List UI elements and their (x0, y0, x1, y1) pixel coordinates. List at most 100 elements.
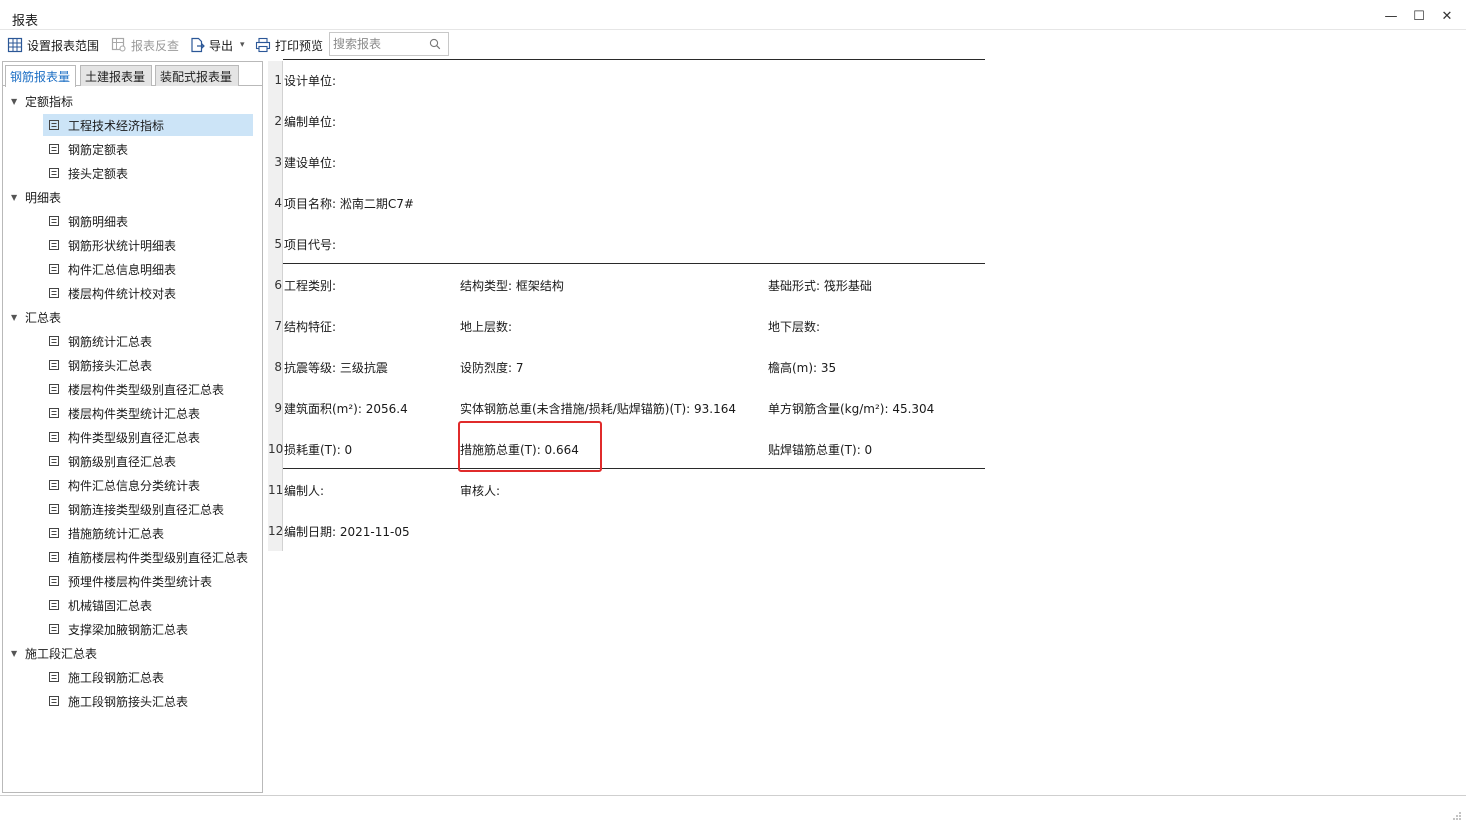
document-icon (49, 432, 59, 442)
tree-item[interactable]: 施工段钢筋汇总表 (43, 666, 253, 688)
chevron-down-icon[interactable]: ▼ (11, 313, 25, 322)
tree-item[interactable]: 措施筋统计汇总表 (43, 522, 253, 544)
tree-item[interactable]: 钢筋接头汇总表 (43, 354, 253, 376)
tree-group-quota[interactable]: ▼ 定额指标 (11, 90, 73, 112)
document-icon (49, 600, 59, 610)
row-number: 12 (268, 524, 284, 538)
document-icon (49, 120, 59, 130)
report-search-input[interactable] (330, 34, 426, 54)
export-button[interactable]: 导出 (189, 35, 233, 55)
document-icon (49, 552, 59, 562)
tree-item-label: 钢筋统计汇总表 (68, 334, 153, 349)
print-preview-label: 打印预览 (275, 38, 324, 53)
chevron-down-icon[interactable]: ▼ (11, 97, 25, 106)
document-icon (49, 288, 59, 298)
report-view: 1 2 3 4 5 6 7 8 9 10 11 12 设计单位: 编制单位: 建… (265, 59, 1464, 793)
row-number: 11 (268, 483, 284, 497)
title-bar: 报表 — ☐ ✕ (0, 0, 1466, 30)
export-icon (191, 37, 205, 53)
tree-item[interactable]: 钢筋统计汇总表 (43, 330, 253, 352)
row-number: 5 (274, 237, 282, 251)
underground-floors-cell: 地下层数: (768, 320, 821, 334)
tree-item-label: 楼层构件类型级别直径汇总表 (68, 382, 225, 397)
document-icon (49, 576, 59, 586)
tree-item[interactable]: 楼层构件类型级别直径汇总表 (43, 378, 253, 400)
tree-item[interactable]: 钢筋定额表 (43, 138, 253, 160)
tree-item-label: 钢筋接头汇总表 (68, 358, 153, 373)
tree-item[interactable]: 楼层构件类型统计汇总表 (43, 402, 253, 424)
document-icon (49, 528, 59, 538)
tree-group-label: 施工段汇总表 (25, 646, 98, 661)
tree-item-label: 机械锚固汇总表 (68, 598, 153, 613)
tree-item[interactable]: 工程技术经济指标 (43, 114, 253, 136)
tree-item-label: 预埋件楼层构件类型统计表 (68, 574, 213, 589)
tree-item[interactable]: 楼层构件统计校对表 (43, 282, 253, 304)
resize-grip-icon[interactable] (1452, 811, 1462, 821)
highlight-box (458, 421, 602, 472)
tree-item[interactable]: 钢筋明细表 (43, 210, 253, 232)
document-icon (49, 504, 59, 514)
tree-item[interactable]: 构件汇总信息明细表 (43, 258, 253, 280)
print-preview-icon (255, 37, 271, 53)
tree-item[interactable]: 机械锚固汇总表 (43, 594, 253, 616)
structure-feature-cell: 结构特征: (284, 320, 337, 334)
project-code-cell: 项目代号: (284, 238, 337, 252)
row-number: 6 (274, 278, 282, 292)
document-icon (49, 456, 59, 466)
report-reverse-check-button[interactable]: 报表反查 (111, 35, 179, 55)
row-number: 7 (274, 319, 282, 333)
document-icon (49, 168, 59, 178)
minimize-button[interactable]: — (1378, 6, 1404, 26)
row-number: 3 (274, 155, 282, 169)
project-category-cell: 工程类别: (284, 279, 337, 293)
tab-civil-report[interactable]: 土建报表量 (80, 65, 152, 86)
document-icon (49, 480, 59, 490)
tree-item-label: 施工段钢筋汇总表 (68, 670, 165, 685)
tree-item-label: 支撑梁加腋钢筋汇总表 (68, 622, 189, 637)
tree-item[interactable]: 钢筋形状统计明细表 (43, 234, 253, 256)
document-icon (49, 384, 59, 394)
document-icon (49, 264, 59, 274)
report-divider (283, 59, 985, 60)
tree-item[interactable]: 钢筋连接类型级别直径汇总表 (43, 498, 253, 520)
document-icon (49, 624, 59, 634)
tree-item[interactable]: 钢筋级别直径汇总表 (43, 450, 253, 472)
search-icon[interactable] (429, 38, 441, 50)
tree-item[interactable]: 施工段钢筋接头汇总表 (43, 690, 253, 712)
maximize-button[interactable]: ☐ (1406, 6, 1432, 26)
tree-item[interactable]: 接头定额表 (43, 162, 253, 184)
tree-item[interactable]: 支撑梁加腋钢筋汇总表 (43, 618, 253, 640)
report-divider (283, 468, 985, 469)
tree-item[interactable]: 预埋件楼层构件类型统计表 (43, 570, 253, 592)
close-button[interactable]: ✕ (1434, 6, 1460, 26)
tree-group-label: 明细表 (25, 190, 62, 205)
chevron-down-icon[interactable]: ▼ (11, 649, 25, 658)
chevron-down-icon[interactable]: ▼ (11, 193, 25, 202)
foundation-type-cell: 基础形式: 筏形基础 (768, 279, 872, 293)
tree-group-summary[interactable]: ▼ 汇总表 (11, 306, 61, 328)
fortification-intensity-cell: 设防烈度: 7 (460, 361, 524, 375)
seismic-grade-cell: 抗震等级: 三级抗震 (284, 361, 388, 375)
window-title: 报表 (12, 14, 39, 29)
row-number: 10 (268, 442, 284, 456)
document-icon (49, 216, 59, 226)
tree-item[interactable]: 构件类型级别直径汇总表 (43, 426, 253, 448)
export-dropdown-caret[interactable]: ▾ (240, 35, 245, 55)
row-number: 4 (274, 196, 282, 210)
tree-item-label: 钢筋连接类型级别直径汇总表 (68, 502, 225, 517)
set-report-range-button[interactable]: 设置报表范围 (7, 35, 99, 55)
tree-item-label: 钢筋级别直径汇总表 (68, 454, 177, 469)
tree-item[interactable]: 构件汇总信息分类统计表 (43, 474, 253, 496)
report-search-box[interactable] (329, 32, 449, 56)
eave-height-cell: 檐高(m): 35 (768, 361, 837, 375)
row-number-gutter: 1 2 3 4 5 6 7 8 9 10 11 12 (268, 61, 283, 551)
loss-weight-cell: 损耗重(T): 0 (284, 443, 353, 457)
tree-group-detail[interactable]: ▼ 明细表 (11, 186, 61, 208)
tab-rebar-report[interactable]: 钢筋报表量 (5, 65, 76, 87)
print-preview-button[interactable]: 打印预览 (255, 35, 323, 55)
report-divider (283, 263, 985, 264)
tree-group-construction-stage[interactable]: ▼ 施工段汇总表 (11, 642, 97, 664)
tab-prefab-report[interactable]: 装配式报表量 (155, 65, 239, 86)
tree-item[interactable]: 植筋楼层构件类型级别直径汇总表 (43, 546, 253, 568)
reviewer-cell: 审核人: (460, 484, 501, 498)
